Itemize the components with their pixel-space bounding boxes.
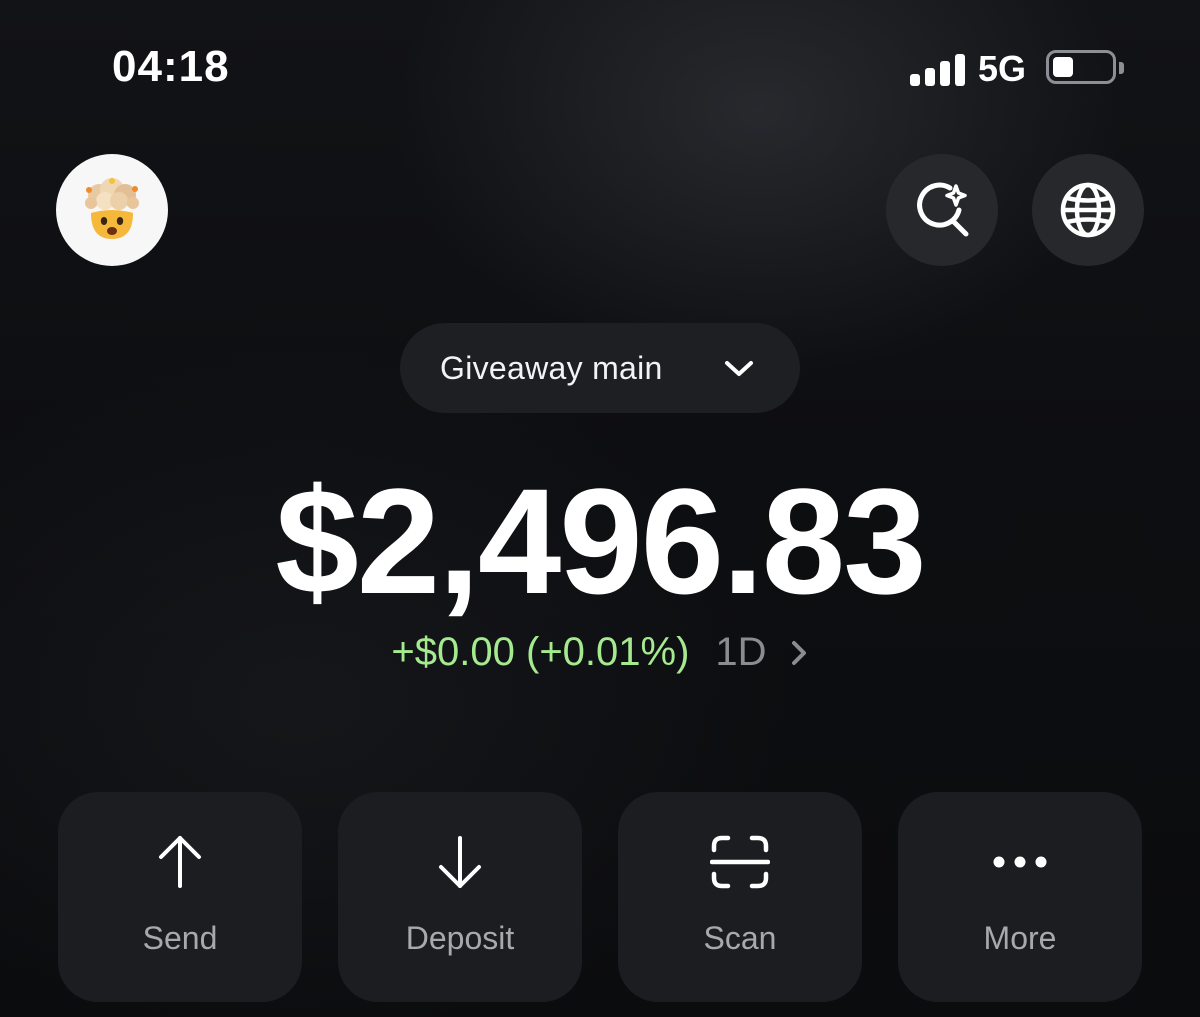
network-type: 5G <box>978 48 1027 89</box>
arrow-down-icon <box>338 832 582 892</box>
change-period: 1D <box>715 630 767 674</box>
deposit-label: Deposit <box>405 920 515 956</box>
send-button[interactable]: Send <box>58 792 302 1002</box>
more-dots-icon <box>898 832 1142 892</box>
scan-label: Scan <box>703 920 777 956</box>
chevron-down-icon <box>725 361 753 376</box>
battery-cap <box>1119 62 1124 74</box>
scan-icon <box>618 832 862 892</box>
more-label: More <box>983 920 1057 956</box>
signal-icon <box>910 50 966 86</box>
arrow-up-icon <box>58 832 302 892</box>
scan-button[interactable]: Scan <box>618 792 862 1002</box>
battery-level <box>1053 57 1073 77</box>
deposit-button[interactable]: Deposit <box>338 792 582 1002</box>
battery-icon <box>1046 50 1116 84</box>
status-time: 04:18 <box>112 42 230 91</box>
more-button[interactable]: More <box>898 792 1142 1002</box>
wallet-home-screen: 04:18 5G Giveaway main $2,496.83 +$0.00 … <box>0 0 1200 1017</box>
chevron-right-icon <box>789 637 809 669</box>
wallet-selector[interactable]: Giveaway main <box>400 323 800 413</box>
wallet-name: Giveaway main <box>440 349 663 386</box>
send-label: Send <box>142 920 218 956</box>
avatar-button[interactable] <box>56 154 168 266</box>
globe-icon <box>1060 182 1116 238</box>
balance-change: +$0.00 (+0.01%) <box>391 630 690 674</box>
exploding-head-emoji-icon <box>85 178 139 239</box>
balance-change-row[interactable]: +$0.00 (+0.01%) 1D <box>0 630 1200 675</box>
total-balance: $2,496.83 <box>275 457 926 625</box>
sparkle-search-icon <box>917 182 969 237</box>
browser-button[interactable] <box>1032 154 1144 266</box>
ai-search-button[interactable] <box>886 154 998 266</box>
